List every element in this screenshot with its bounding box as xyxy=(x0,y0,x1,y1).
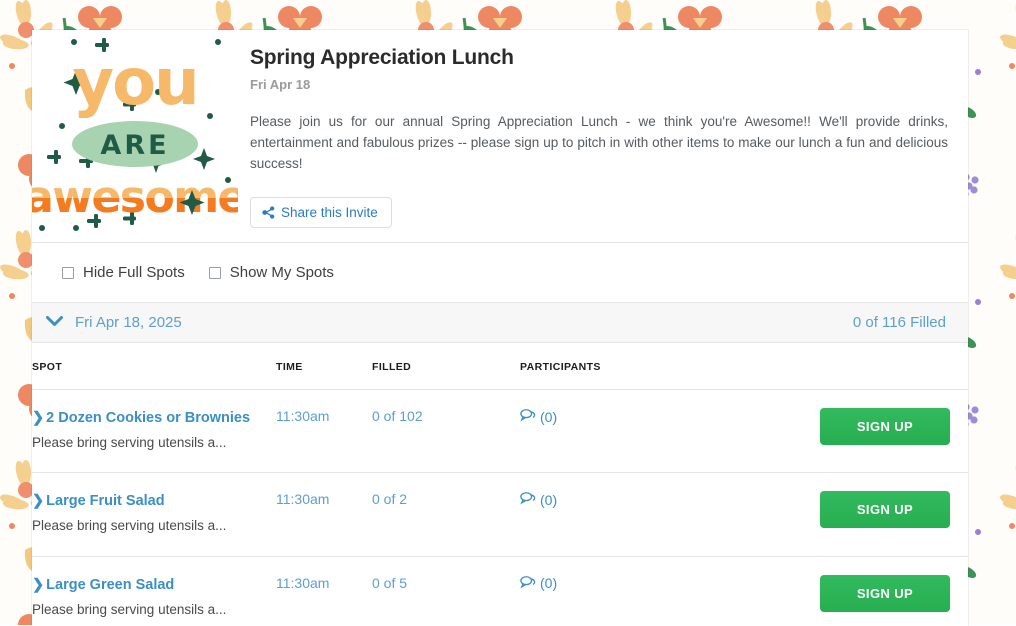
chevron-right-icon: ❯ xyxy=(32,577,44,593)
participants-link[interactable]: (0) xyxy=(520,491,557,508)
column-header-filled: FILLED xyxy=(372,343,520,390)
participants-cell: (0) xyxy=(520,556,736,626)
date-group-left: Fri Apr 18, 2025 xyxy=(46,314,182,332)
participants-count: (0) xyxy=(540,409,557,425)
table-row: ❯2 Dozen Cookies or Brownies Please brin… xyxy=(32,390,968,473)
invite-graphic: you ARE awesome awesome xyxy=(32,30,238,236)
column-header-spot: SPOT xyxy=(32,343,276,390)
spot-link[interactable]: ❯2 Dozen Cookies or Brownies xyxy=(32,408,276,429)
participants-cell: (0) xyxy=(520,473,736,556)
invite-header: you ARE awesome awesome Spring Appreciat… xyxy=(32,30,968,242)
action-cell: SIGN UP xyxy=(736,473,968,556)
hide-full-spots-label: Hide Full Spots xyxy=(83,264,185,281)
spot-note: Please bring serving utensils a... xyxy=(32,517,276,536)
spot-note: Please bring serving utensils a... xyxy=(32,601,276,620)
you-are-awesome-artwork: you ARE awesome awesome xyxy=(32,30,238,236)
filled-cell: 0 of 2 xyxy=(372,473,520,556)
spot-cell: ❯2 Dozen Cookies or Brownies Please brin… xyxy=(32,390,276,473)
filter-bar: Hide Full Spots Show My Spots xyxy=(32,243,968,302)
table-header-row: SPOT TIME FILLED PARTICIPANTS xyxy=(32,343,968,390)
chevron-down-icon[interactable] xyxy=(46,314,63,332)
table-row: ❯Large Fruit Salad Please bring serving … xyxy=(32,473,968,556)
spot-title: Large Green Salad xyxy=(46,577,174,593)
spot-title: Large Fruit Salad xyxy=(46,493,164,509)
date-group-header[interactable]: Fri Apr 18, 2025 0 of 116 Filled xyxy=(32,302,968,343)
time-cell: 11:30am xyxy=(276,556,372,626)
spot-time: 11:30am xyxy=(276,575,329,591)
sign-up-button[interactable]: SIGN UP xyxy=(820,575,950,612)
spot-time: 11:30am xyxy=(276,491,329,507)
invite-details: Spring Appreciation Lunch Fri Apr 18 Ple… xyxy=(238,30,968,242)
sign-up-button[interactable]: SIGN UP xyxy=(820,491,950,528)
hide-full-spots-checkbox[interactable] xyxy=(62,267,74,279)
table-row: ❯Large Green Salad Please bring serving … xyxy=(32,556,968,626)
column-header-actions xyxy=(736,343,968,390)
spot-filled: 0 of 5 xyxy=(372,575,407,591)
column-header-time: TIME xyxy=(276,343,372,390)
invite-card: you ARE awesome awesome Spring Appreciat… xyxy=(32,30,968,626)
comment-bubble-icon xyxy=(520,491,536,508)
participants-link[interactable]: (0) xyxy=(520,408,557,425)
participants-link[interactable]: (0) xyxy=(520,575,557,592)
spot-filled: 0 of 2 xyxy=(372,491,407,507)
time-cell: 11:30am xyxy=(276,473,372,556)
spot-link[interactable]: ❯Large Fruit Salad xyxy=(32,491,276,512)
participants-cell: (0) xyxy=(520,390,736,473)
spots-table-body: ❯2 Dozen Cookies or Brownies Please brin… xyxy=(32,390,968,626)
spot-link[interactable]: ❯Large Green Salad xyxy=(32,575,276,596)
date-group-label: Fri Apr 18, 2025 xyxy=(75,314,182,331)
participants-count: (0) xyxy=(540,575,557,591)
spot-filled: 0 of 102 xyxy=(372,408,423,424)
filter-hide-full-spots[interactable]: Hide Full Spots xyxy=(62,264,185,281)
svg-text:you: you xyxy=(72,46,197,120)
spot-cell: ❯Large Green Salad Please bring serving … xyxy=(32,556,276,626)
event-description: Please join us for our annual Spring App… xyxy=(250,112,948,175)
show-my-spots-label: Show My Spots xyxy=(230,264,334,281)
filled-cell: 0 of 5 xyxy=(372,556,520,626)
participants-count: (0) xyxy=(540,492,557,508)
spots-table-head: SPOT TIME FILLED PARTICIPANTS xyxy=(32,343,968,390)
chevron-right-icon: ❯ xyxy=(32,410,44,426)
column-header-participants: PARTICIPANTS xyxy=(520,343,736,390)
spot-title: 2 Dozen Cookies or Brownies xyxy=(46,410,250,426)
event-date-short: Fri Apr 18 xyxy=(250,77,948,92)
spots-table: SPOT TIME FILLED PARTICIPANTS ❯2 Dozen C… xyxy=(32,343,968,626)
sign-up-button[interactable]: SIGN UP xyxy=(820,408,950,445)
spot-time: 11:30am xyxy=(276,408,329,424)
chevron-right-icon: ❯ xyxy=(32,493,44,509)
spot-note: Please bring serving utensils a... xyxy=(32,434,276,453)
comment-bubble-icon xyxy=(520,408,536,425)
show-my-spots-checkbox[interactable] xyxy=(209,267,221,279)
share-icon xyxy=(262,206,275,219)
date-group-filled-count: 0 of 116 Filled xyxy=(853,314,946,331)
filled-cell: 0 of 102 xyxy=(372,390,520,473)
filter-show-my-spots[interactable]: Show My Spots xyxy=(209,264,334,281)
share-invite-label: Share this Invite xyxy=(281,206,378,220)
comment-bubble-icon xyxy=(520,575,536,592)
action-cell: SIGN UP xyxy=(736,390,968,473)
page-title: Spring Appreciation Lunch xyxy=(250,46,948,70)
time-cell: 11:30am xyxy=(276,390,372,473)
svg-text:ARE: ARE xyxy=(100,130,169,161)
spot-cell: ❯Large Fruit Salad Please bring serving … xyxy=(32,473,276,556)
share-invite-button[interactable]: Share this Invite xyxy=(250,197,392,229)
action-cell: SIGN UP xyxy=(736,556,968,626)
